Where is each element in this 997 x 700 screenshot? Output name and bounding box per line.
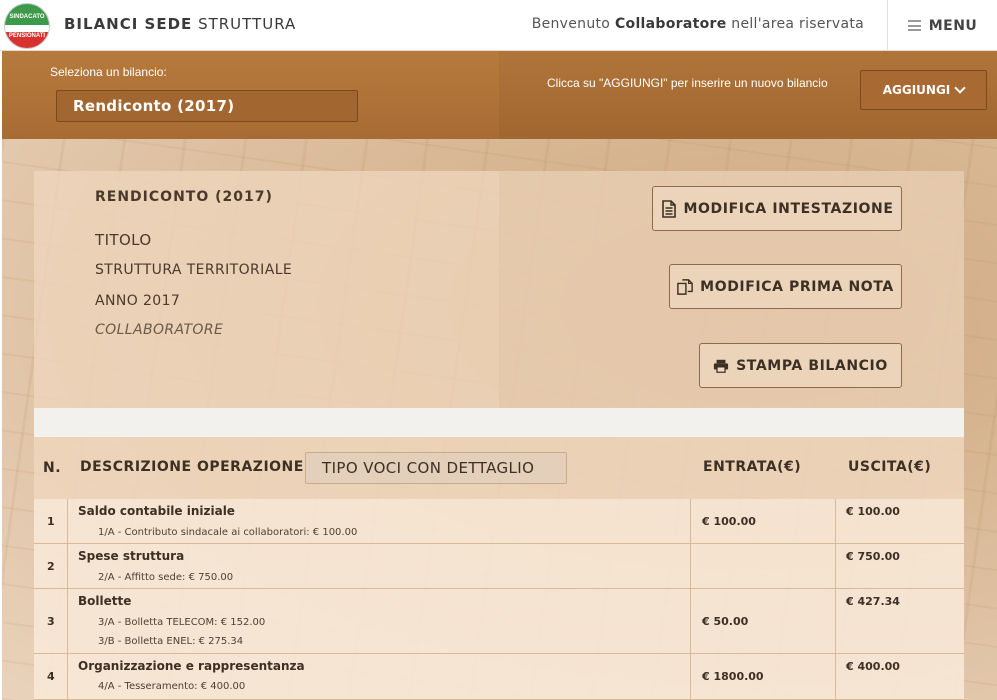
budget-year: ANNO 2017	[95, 293, 181, 309]
row-expense: € 400.00	[846, 660, 900, 673]
print-budget-label: STAMPA BILANCIO	[736, 357, 888, 374]
budget-title: TITOLO	[95, 231, 152, 249]
table-row[interactable]: 1 Saldo contabile iniziale 1/A - Contrib…	[34, 499, 964, 544]
row-detail: 1/A - Contributo sindacale ai collaborat…	[98, 527, 358, 538]
budget-heading: RENDICONTO (2017)	[95, 189, 273, 205]
printer-icon	[714, 359, 729, 373]
chevron-down-icon	[954, 82, 966, 94]
organization-logo[interactable]: SINDACATO PENSIONATI	[4, 3, 50, 49]
welcome-post: nell'area riservata	[731, 16, 864, 32]
menu-label: MENU	[928, 17, 978, 34]
add-hint-text: Clicca su "AGGIUNGI" per inserire un nuo…	[547, 76, 828, 90]
app-title-light: STRUTTURA	[198, 15, 297, 33]
add-label: AGGIUNGI	[882, 83, 951, 97]
document-icon	[661, 199, 676, 218]
app-title: BILANCI SEDE STRUTTURA	[64, 15, 296, 33]
row-description: Organizzazione e rappresentanza	[78, 659, 305, 673]
edit-first-note-label: MODIFICA PRIMA NOTA	[700, 278, 894, 295]
budget-collaborator: COLLABORATORE	[95, 322, 224, 338]
column-expense: USCITA(€)	[848, 459, 932, 475]
welcome-user: Collaboratore	[614, 16, 727, 32]
row-detail: 3/B - Bolletta ENEL: € 275.34	[98, 636, 244, 647]
column-income: ENTRATA(€)	[703, 459, 802, 475]
row-description: Bollette	[78, 594, 132, 608]
add-button[interactable]: AGGIUNGI	[860, 70, 987, 110]
column-description: DESCRIZIONE OPERAZIONE	[80, 459, 304, 475]
select-budget-label: Seleziona un bilancio:	[50, 65, 167, 79]
budget-select[interactable]: Rendiconto (2017)	[56, 90, 358, 122]
edit-header-label: MODIFICA INTESTAZIONE	[683, 200, 894, 217]
row-number: 4	[47, 670, 55, 683]
row-expense: € 750.00	[846, 550, 900, 563]
row-income: € 1800.00	[702, 670, 764, 683]
app-title-bold: BILANCI SEDE	[64, 15, 193, 33]
row-number: 2	[47, 560, 55, 573]
table-row[interactable]: 4 Organizzazione e rappresentanza 4/A - …	[34, 654, 964, 700]
edit-header-button[interactable]: MODIFICA INTESTAZIONE	[652, 186, 902, 231]
edit-first-note-button[interactable]: MODIFICA PRIMA NOTA	[669, 264, 902, 309]
row-description: Saldo contabile iniziale	[78, 504, 235, 518]
column-number: N.	[43, 460, 62, 476]
copy-icon	[677, 278, 693, 295]
logo-top-text: SINDACATO	[9, 14, 45, 20]
row-detail: 3/A - Bolletta TELECOM: € 152.00	[98, 617, 266, 628]
row-income: € 100.00	[702, 515, 756, 528]
welcome-message: Benvenuto Collaboratore nell'area riserv…	[532, 16, 864, 32]
table-row[interactable]: 3 Bollette 3/A - Bolletta TELECOM: € 152…	[34, 589, 964, 654]
card-divider	[34, 408, 964, 437]
row-number: 3	[47, 615, 55, 628]
row-income: € 50.00	[702, 615, 749, 628]
menu-button[interactable]: MENU	[887, 0, 997, 51]
budget-selector-bar: Seleziona un bilancio: Rendiconto (2017)…	[2, 51, 997, 139]
hamburger-icon	[907, 20, 921, 31]
entry-type-select[interactable]: TIPO VOCI CON DETTAGLIO	[305, 452, 567, 484]
row-detail: 2/A - Affitto sede: € 750.00	[98, 572, 234, 583]
top-navbar: SINDACATO PENSIONATI BILANCI SEDE STRUTT…	[0, 0, 997, 51]
budget-structure: STRUTTURA TERRITORIALE	[95, 262, 293, 278]
row-number: 1	[47, 515, 55, 528]
row-expense: € 427.34	[846, 595, 900, 608]
row-description: Spese struttura	[78, 549, 185, 563]
row-detail: 4/A - Tesseramento: € 400.00	[98, 681, 246, 692]
print-budget-button[interactable]: STAMPA BILANCIO	[699, 343, 902, 388]
welcome-pre: Benvenuto	[531, 16, 611, 32]
logo-bottom-text: PENSIONATI	[8, 33, 46, 39]
table-row[interactable]: 2 Spese struttura 2/A - Affitto sede: € …	[34, 544, 964, 589]
row-expense: € 100.00	[846, 505, 900, 518]
